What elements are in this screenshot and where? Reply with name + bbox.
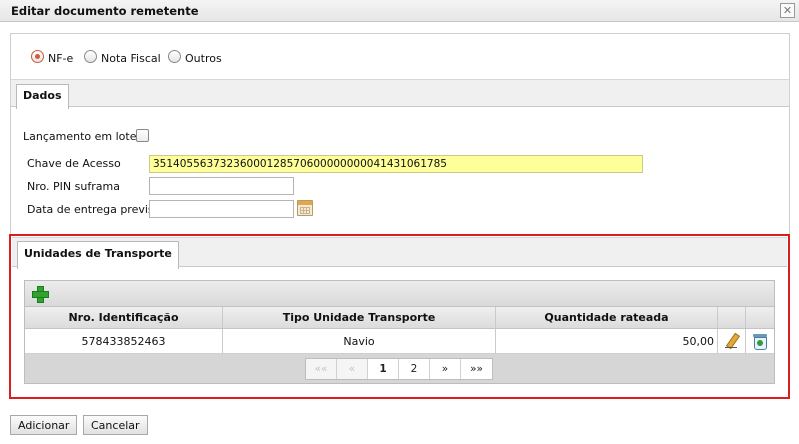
chave-label: Chave de Acesso (27, 157, 121, 170)
pager: «« « 1 2 » »» (305, 358, 493, 380)
data-entrega-input[interactable] (149, 200, 294, 218)
pager-page-2[interactable]: 2 (399, 359, 430, 379)
pager-next-button[interactable]: » (430, 359, 461, 379)
pager-page-1[interactable]: 1 (368, 359, 399, 379)
pin-label: Nro. PIN suframa (27, 180, 120, 193)
tab-dados[interactable]: Dados (16, 84, 69, 109)
transport-units-grid: Nro. Identificação Tipo Unidade Transpor… (24, 280, 775, 384)
trash-icon[interactable] (753, 333, 767, 350)
grid-header-row: Nro. Identificação Tipo Unidade Transpor… (25, 307, 774, 329)
radio-outros[interactable] (168, 50, 181, 63)
col-header-quantidade[interactable]: Quantidade rateada (496, 307, 718, 328)
cell-identificacao: 578433852463 (25, 329, 223, 353)
grid-toolbar (25, 281, 774, 307)
delete-cell (746, 329, 774, 353)
pager-first-button[interactable]: «« (306, 359, 337, 379)
chave-acesso-input[interactable]: 3514055637323600012857060000000004143106… (149, 155, 643, 173)
close-icon[interactable]: ✕ (780, 3, 795, 18)
dados-tabstrip: Dados (11, 79, 789, 109)
pin-suframa-input[interactable] (149, 177, 294, 195)
col-header-delete (746, 307, 774, 328)
cancelar-button[interactable]: Cancelar (83, 415, 148, 435)
lote-label: Lançamento em lote? (23, 130, 143, 143)
radio-nota-fiscal-label[interactable]: Nota Fiscal (101, 52, 161, 65)
radio-nfe[interactable] (31, 50, 44, 63)
cell-quantidade: 50,00 (496, 329, 718, 353)
radio-outros-label[interactable]: Outros (185, 52, 222, 65)
calendar-icon[interactable] (297, 200, 313, 216)
tab-unidades-transporte[interactable]: Unidades de Transporte (17, 241, 179, 269)
pager-prev-button[interactable]: « (337, 359, 368, 379)
dialog-title: Editar documento remetente (11, 4, 199, 18)
radio-nfe-label[interactable]: NF-e (48, 52, 73, 65)
add-icon[interactable] (32, 286, 49, 303)
cell-tipo: Navio (223, 329, 496, 353)
pencil-icon[interactable] (724, 333, 740, 349)
col-header-edit (718, 307, 746, 328)
col-header-tipo[interactable]: Tipo Unidade Transporte (223, 307, 496, 328)
adicionar-button[interactable]: Adicionar (10, 415, 78, 435)
data-entrega-label: Data de entrega prevista (27, 203, 165, 216)
dialog-header: Editar documento remetente ✕ (0, 0, 799, 22)
col-header-identificacao[interactable]: Nro. Identificação (25, 307, 223, 328)
table-row[interactable]: 578433852463 Navio 50,00 (25, 329, 774, 354)
pager-last-button[interactable]: »» (461, 359, 492, 379)
lote-checkbox[interactable] (136, 129, 149, 142)
radio-nota-fiscal[interactable] (84, 50, 97, 63)
unidades-tabstrip: Unidades de Transporte (12, 237, 787, 269)
edit-cell (718, 329, 746, 353)
